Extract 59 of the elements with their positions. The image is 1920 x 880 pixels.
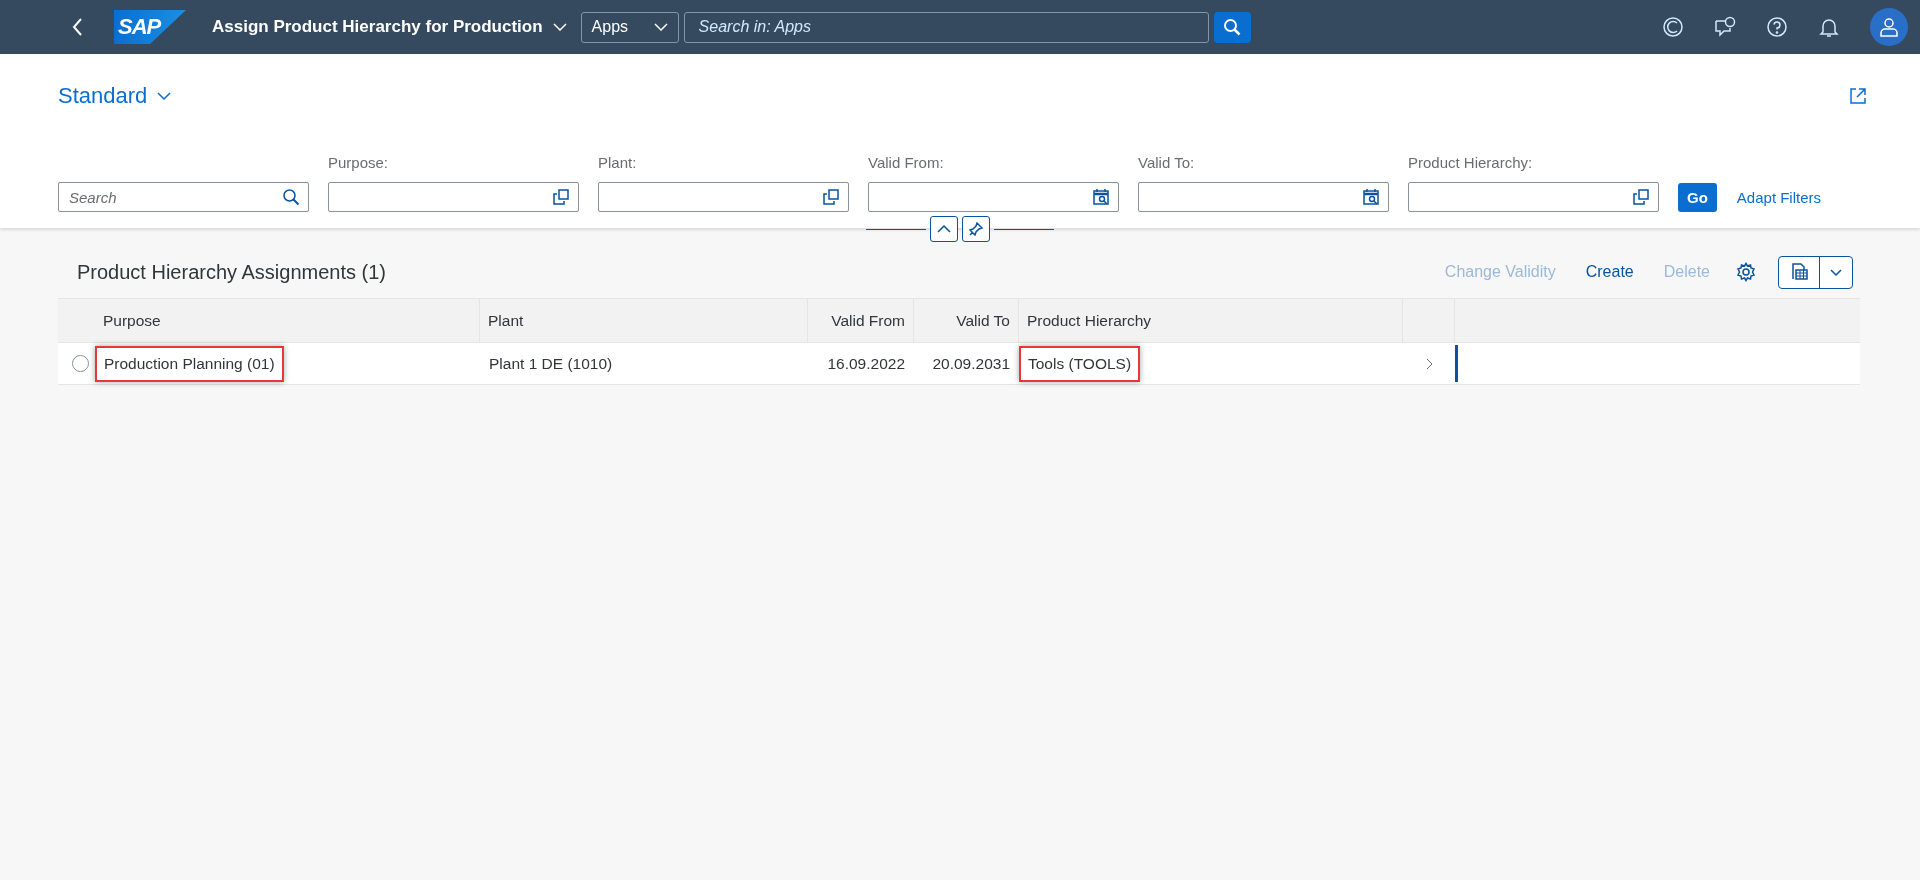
table-cell-text: Tools (TOOLS) xyxy=(1027,353,1133,374)
chevron-down-icon xyxy=(157,92,172,100)
collapse-header-button[interactable] xyxy=(930,216,958,242)
chevron-up-icon xyxy=(937,225,951,233)
table-cell-text: 20.09.2031 xyxy=(931,353,1011,374)
scope-select[interactable]: Apps xyxy=(580,11,679,43)
user-avatar[interactable] xyxy=(1870,8,1908,46)
search-field[interactable]: Search xyxy=(58,182,309,212)
app-title-menu[interactable]: Assign Product Hierarchy for Production xyxy=(212,17,567,37)
share-icon[interactable] xyxy=(1848,86,1868,106)
chat-feedback-icon[interactable] xyxy=(1714,16,1736,38)
calendar-icon[interactable] xyxy=(1092,188,1110,206)
column-header: Plant xyxy=(488,311,524,330)
filter-label: Valid From: xyxy=(868,154,945,173)
toolbar-button[interactable]: Create xyxy=(1585,263,1634,281)
value-help-icon[interactable] xyxy=(822,188,840,206)
table-cell-text: 16.09.2022 xyxy=(826,353,906,374)
variant-selector[interactable]: Standard xyxy=(58,83,172,109)
pin-icon xyxy=(969,222,983,236)
search-icon xyxy=(282,188,300,206)
row-radio-button[interactable] xyxy=(72,355,89,372)
filter-field[interactable] xyxy=(1138,182,1389,212)
search-icon xyxy=(1223,18,1242,36)
table-title: Product Hierarchy Assignments (1) xyxy=(77,260,386,284)
go-button[interactable]: Go xyxy=(1678,182,1717,212)
column-header: Valid To xyxy=(956,311,1010,330)
value-help-icon[interactable] xyxy=(1632,188,1650,206)
adapt-filters-link[interactable]: Adapt Filters xyxy=(1736,188,1822,206)
back-icon[interactable] xyxy=(72,17,84,37)
chevron-down-icon xyxy=(552,23,567,31)
settings-icon[interactable] xyxy=(1736,262,1756,282)
filter-label: Plant: xyxy=(598,154,638,173)
help-icon[interactable] xyxy=(1766,16,1788,38)
navigated-indicator xyxy=(1455,345,1458,382)
chevron-down-icon xyxy=(653,23,668,31)
column-header: Valid From xyxy=(831,311,905,330)
search-field[interactable]: Search in: Apps xyxy=(683,11,1209,43)
sap-logo[interactable]: SAP xyxy=(114,10,186,44)
spreadsheet-export-icon xyxy=(1789,262,1809,282)
filter-label: Valid To: xyxy=(1138,154,1196,173)
search-button[interactable] xyxy=(1213,11,1251,43)
chevron-right-icon[interactable] xyxy=(1425,357,1433,370)
filter-label: Purpose: xyxy=(328,154,390,173)
chevron-down-icon xyxy=(1830,268,1842,276)
filter-field[interactable] xyxy=(328,182,579,212)
value-help-icon[interactable] xyxy=(552,188,570,206)
notification-bell-icon[interactable] xyxy=(1818,16,1840,38)
table-cell-text: Production Planning (01) xyxy=(103,353,276,374)
column-header: Purpose xyxy=(103,311,161,330)
filter-field[interactable] xyxy=(1408,182,1659,212)
filter-label: Product Hierarchy: xyxy=(1408,154,1534,173)
filter-field[interactable] xyxy=(868,182,1119,212)
pin-header-button[interactable] xyxy=(962,216,990,242)
column-header: Product Hierarchy xyxy=(1027,311,1152,330)
filter-field[interactable] xyxy=(598,182,849,212)
calendar-icon[interactable] xyxy=(1362,188,1380,206)
user-icon xyxy=(1878,16,1900,38)
export-split-button[interactable] xyxy=(1778,255,1853,289)
table-cell-text: Plant 1 DE (1010) xyxy=(488,353,614,374)
